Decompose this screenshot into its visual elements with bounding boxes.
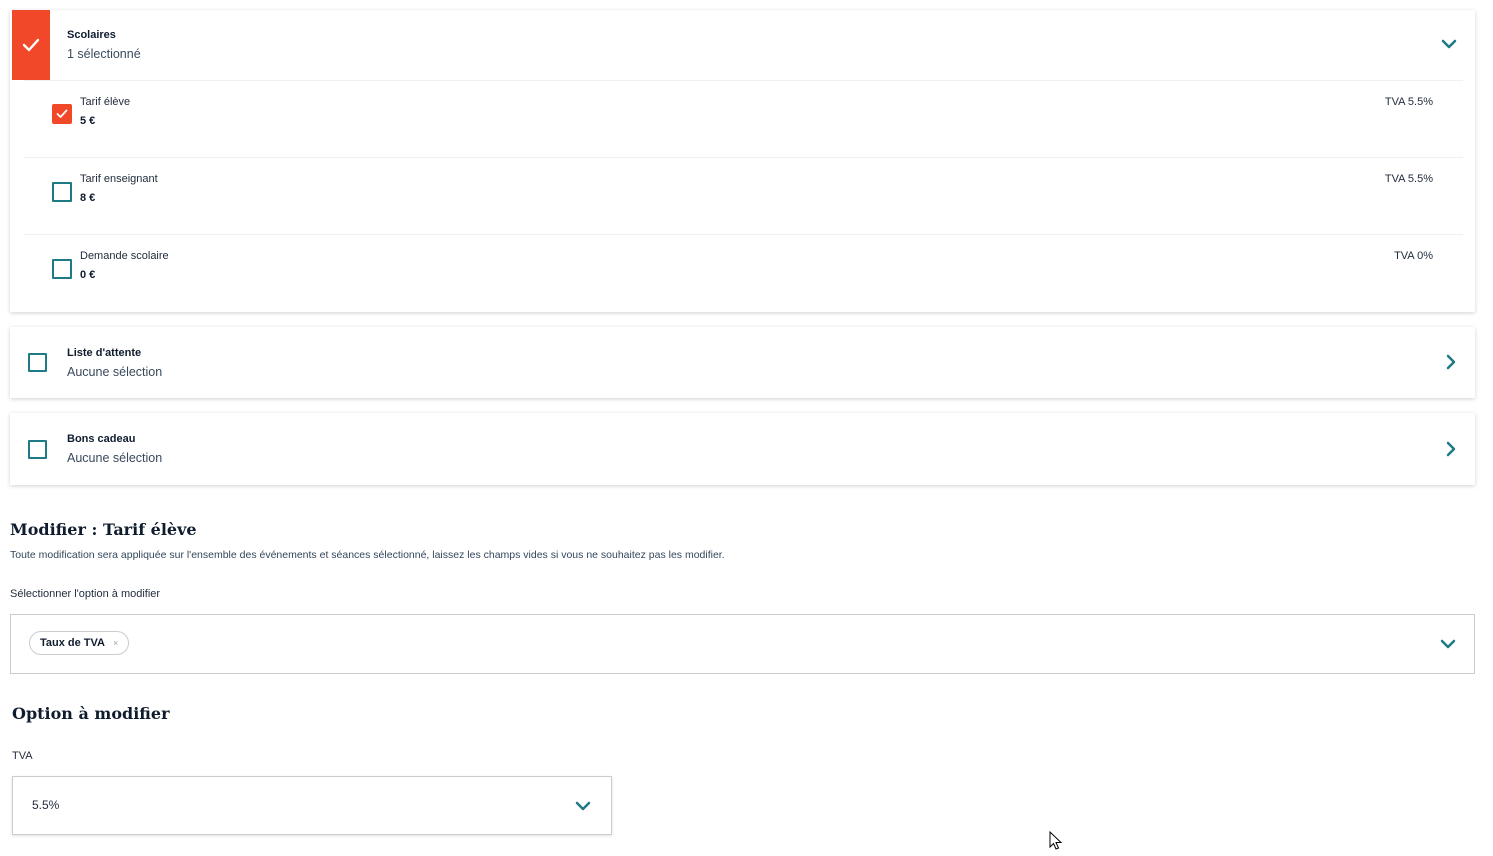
tva-select-value: 5.5% xyxy=(32,798,60,812)
selected-option-chip[interactable]: Taux de TVA × xyxy=(29,631,130,655)
group-card-bons-cadeau[interactable]: Bons cadeau Aucune sélection xyxy=(10,413,1475,485)
group-title: Scolaires xyxy=(67,29,116,41)
chevron-down-icon xyxy=(575,801,591,811)
chevron-down-icon[interactable] xyxy=(1440,638,1456,650)
group-header-scolaires[interactable]: Scolaires 1 sélectionné xyxy=(10,10,1475,80)
group-checkbox-bons-cadeau[interactable] xyxy=(28,440,47,459)
chevron-down-icon[interactable] xyxy=(1441,38,1457,50)
list-item: Tarif enseignant 8 € TVA 5.5% xyxy=(24,157,1463,235)
list-item: Tarif élève 5 € TVA 5.5% xyxy=(24,80,1463,158)
option-title: Option à modifier xyxy=(12,704,170,723)
group-checkbox-liste-attente[interactable] xyxy=(28,353,47,372)
item-checkbox[interactable] xyxy=(52,182,72,202)
item-label: Demande scolaire xyxy=(80,250,169,262)
item-price: 5 € xyxy=(80,115,96,127)
item-price: 0 € xyxy=(80,269,96,281)
chip-label: Taux de TVA xyxy=(40,637,105,649)
item-label: Tarif enseignant xyxy=(80,173,158,185)
list-item: Demande scolaire 0 € TVA 0% xyxy=(24,234,1463,312)
item-price: 8 € xyxy=(80,192,96,204)
group-card-liste-attente[interactable]: Liste d'attente Aucune sélection xyxy=(10,327,1475,398)
modify-title: Modifier : Tarif élève xyxy=(10,520,197,539)
chip-remove-icon[interactable]: × xyxy=(113,638,118,648)
modify-description: Toute modification sera appliquée sur l'… xyxy=(10,549,725,561)
mouse-cursor-icon xyxy=(1049,831,1063,850)
check-icon xyxy=(56,109,68,118)
chevron-right-icon[interactable] xyxy=(1445,354,1457,370)
item-label: Tarif élève xyxy=(80,96,131,108)
group-title: Liste d'attente xyxy=(67,347,142,359)
group-subtitle: 1 sélectionné xyxy=(67,47,141,61)
item-tva: TVA 0% xyxy=(1394,250,1433,262)
select-option-label: Sélectionner l'option à modifier xyxy=(10,588,161,600)
item-checkbox[interactable] xyxy=(52,259,72,279)
item-checkbox[interactable] xyxy=(52,104,72,124)
check-icon xyxy=(22,38,40,52)
group-card-scolaires: Scolaires 1 sélectionné Tarif élève 5 € … xyxy=(10,10,1475,312)
group-checkbox-scolaires[interactable] xyxy=(12,10,50,80)
group-subtitle: Aucune sélection xyxy=(67,451,163,465)
item-tva: TVA 5.5% xyxy=(1384,173,1433,185)
tva-select[interactable]: 5.5% xyxy=(12,776,612,835)
chevron-right-icon[interactable] xyxy=(1445,441,1457,457)
option-multiselect[interactable]: Taux de TVA × xyxy=(10,614,1475,674)
tva-label: TVA xyxy=(12,750,33,762)
group-subtitle: Aucune sélection xyxy=(67,365,163,379)
group-title: Bons cadeau xyxy=(67,433,136,445)
item-tva: TVA 5.5% xyxy=(1384,96,1433,108)
